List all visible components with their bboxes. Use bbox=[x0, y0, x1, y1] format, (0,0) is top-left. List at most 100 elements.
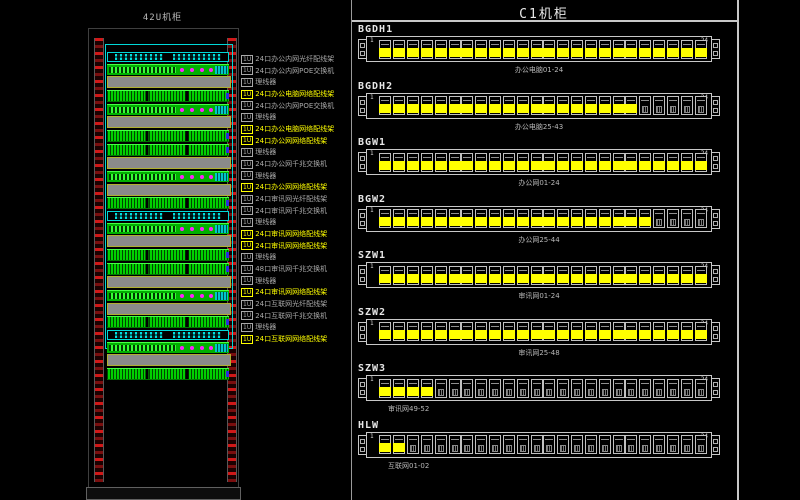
port-group bbox=[461, 209, 543, 228]
rj45-jack-icon bbox=[599, 274, 611, 283]
rj45-port bbox=[571, 96, 583, 115]
rj45-port bbox=[613, 435, 625, 454]
panel-block: BGW2124办公网25-44 bbox=[354, 194, 734, 251]
rj45-jack-icon bbox=[464, 389, 470, 396]
rj45-port bbox=[435, 379, 447, 398]
panel-block: SZW1124审讯网01-24 bbox=[354, 250, 734, 307]
rj45-jack-icon bbox=[585, 217, 597, 226]
rj45-jack-icon bbox=[656, 389, 662, 396]
uplink-module-icon bbox=[215, 292, 228, 300]
rj45-port bbox=[475, 266, 487, 285]
rj45-port bbox=[407, 153, 419, 172]
rj45-port bbox=[393, 96, 405, 115]
rj45-jack-icon bbox=[571, 48, 583, 57]
rj45-jack-icon bbox=[695, 161, 707, 170]
rj45-jack-icon bbox=[478, 445, 484, 452]
unit-size-tag: 1U bbox=[241, 66, 253, 75]
rj45-port bbox=[653, 40, 665, 59]
equipment-item-label: 1U24口互联网光纤配线架 bbox=[241, 299, 351, 311]
port-group bbox=[379, 266, 461, 285]
equipment-item-label: 1U理线器 bbox=[241, 77, 351, 89]
rj45-jack-icon bbox=[639, 217, 651, 226]
patch-panel: 124 bbox=[366, 36, 712, 62]
rj45-jack-icon bbox=[684, 389, 690, 396]
rj45-jack-icon bbox=[599, 48, 611, 57]
equipment-item-label: 1U24口审讯网网络配线架 bbox=[241, 229, 351, 241]
rack-device-mgr bbox=[107, 235, 231, 247]
mounting-ear-right bbox=[711, 209, 720, 229]
rj45-port bbox=[667, 435, 679, 454]
rj45-jack-icon bbox=[475, 104, 487, 113]
rj45-port bbox=[531, 209, 543, 228]
equipment-item-text: 24口办公内网POE交换机 bbox=[255, 102, 334, 110]
panel-caption: 办公网01-24 bbox=[366, 178, 712, 188]
rj45-jack-icon bbox=[613, 330, 625, 339]
rj45-jack-icon bbox=[653, 161, 665, 170]
rj45-jack-icon bbox=[475, 48, 487, 57]
rack-device-switch bbox=[107, 64, 229, 75]
rj45-jack-icon bbox=[379, 161, 391, 170]
panel-caption: 审讯网01-24 bbox=[366, 291, 712, 301]
rj45-jack-icon bbox=[613, 274, 625, 283]
switch-ports-icon bbox=[109, 67, 176, 73]
rj45-jack-icon bbox=[613, 104, 625, 113]
rj45-port bbox=[613, 40, 625, 59]
rj45-jack-icon bbox=[571, 330, 583, 339]
port-group bbox=[543, 153, 625, 172]
equipment-item-label: 1U24口办公网网络配线架 bbox=[241, 182, 351, 194]
rj45-jack-icon bbox=[452, 445, 458, 452]
unit-size-tag: 1U bbox=[241, 113, 253, 122]
rack-plinth bbox=[86, 487, 241, 500]
rj45-jack-icon bbox=[543, 217, 555, 226]
rj45-jack-icon bbox=[461, 161, 473, 170]
sfp-fiber-port-icon bbox=[200, 68, 204, 72]
mounting-ear-left bbox=[358, 322, 367, 342]
panel-name: BGW2 bbox=[358, 194, 734, 206]
rj45-port bbox=[695, 153, 707, 172]
port-group bbox=[461, 322, 543, 341]
port-group bbox=[461, 40, 543, 59]
rj45-port bbox=[407, 435, 419, 454]
equipment-item-label: 1U24口办公网千兆交换机 bbox=[241, 159, 351, 171]
panel-name: SZW2 bbox=[358, 307, 734, 319]
rj45-port bbox=[557, 266, 569, 285]
equipment-item-label: 1U24口审讯网光纤配线架 bbox=[241, 194, 351, 206]
rj45-jack-icon bbox=[642, 445, 648, 452]
rj45-jack-icon bbox=[393, 387, 405, 396]
mounting-ear-right bbox=[711, 435, 720, 455]
rj45-jack-icon bbox=[461, 48, 473, 57]
sfp-fiber-port-icon bbox=[180, 175, 184, 179]
rj45-port bbox=[489, 379, 501, 398]
rj45-port bbox=[625, 322, 637, 341]
panel-block: SZW2124审讯网25-48 bbox=[354, 307, 734, 364]
unit-size-tag: 1U bbox=[241, 55, 253, 64]
rj45-jack-icon bbox=[546, 445, 552, 452]
ear-hole-icon bbox=[713, 390, 718, 395]
rj45-jack-icon bbox=[379, 48, 391, 57]
rj45-jack-icon bbox=[503, 161, 515, 170]
rj45-port bbox=[531, 40, 543, 59]
rj45-jack-icon bbox=[613, 48, 625, 57]
rack-device-patch bbox=[107, 249, 229, 261]
rj45-port bbox=[531, 96, 543, 115]
rack-device-patch bbox=[107, 144, 229, 156]
rj45-port bbox=[503, 379, 515, 398]
ear-hole-icon bbox=[713, 221, 718, 226]
rj45-jack-icon bbox=[681, 48, 693, 57]
unit-size-tag: 1U bbox=[241, 218, 253, 227]
rj45-port bbox=[585, 266, 597, 285]
rj45-jack-icon bbox=[435, 161, 447, 170]
rj45-jack-icon bbox=[656, 219, 662, 226]
panel-block: SZW3124审讯网49-52 bbox=[354, 363, 734, 420]
equipment-item-label: 1U24口审讯网千兆交换机 bbox=[241, 206, 351, 218]
rj45-port bbox=[695, 40, 707, 59]
rj45-port bbox=[531, 379, 543, 398]
section-border-right bbox=[737, 0, 739, 500]
equipment-item-text: 24口办公电脑网络配线架 bbox=[255, 90, 334, 98]
rj45-port bbox=[557, 435, 569, 454]
rj45-jack-icon bbox=[698, 445, 704, 452]
ear-hole-icon bbox=[360, 221, 365, 226]
rj45-jack-icon bbox=[531, 274, 543, 283]
switch-ports-icon bbox=[109, 345, 176, 351]
rj45-port bbox=[517, 96, 529, 115]
